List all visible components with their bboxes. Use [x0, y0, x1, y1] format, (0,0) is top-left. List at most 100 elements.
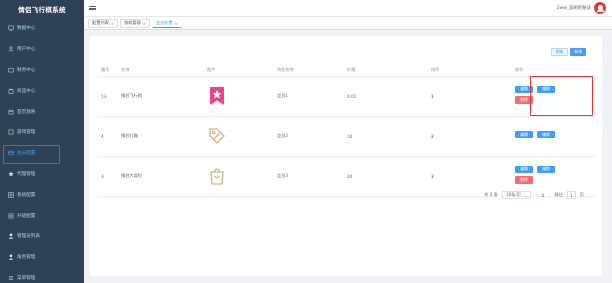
- cell-name: 情侣飞行棋: [117, 76, 203, 117]
- delete-button[interactable]: 删除: [515, 176, 533, 184]
- sidebar-item-goods-center[interactable]: 商品中心: [0, 80, 84, 101]
- sidebar-item-data-center[interactable]: 数据中心: [0, 18, 84, 39]
- col-actions: 操作: [511, 65, 595, 77]
- detail-button[interactable]: 编辑: [537, 165, 555, 173]
- star-icon: [7, 170, 14, 177]
- sidebar-item-label: 游戏管理: [17, 130, 36, 136]
- edit-button[interactable]: 编辑: [515, 130, 533, 139]
- cell-id: 13: [97, 76, 117, 117]
- prev-page-icon[interactable]: ‹: [535, 192, 537, 198]
- chevron-down-icon: ⌄: [523, 192, 528, 198]
- add-button[interactable]: 新增: [570, 48, 586, 56]
- cell-id: 4: [97, 116, 117, 157]
- shopping-bag-icon: [210, 168, 224, 185]
- tab-config-list[interactable]: 配置列表 ×: [88, 18, 118, 28]
- sidebar-item-label: 商品中心: [17, 88, 36, 94]
- cell-price: 20: [343, 156, 427, 197]
- cell-privilege: 会员1: [273, 76, 343, 117]
- tab-vip-config[interactable]: 会员配置 ×: [151, 18, 182, 28]
- page-number[interactable]: 1: [541, 193, 544, 198]
- sidebar-item-vip-config[interactable]: 会员配置: [0, 143, 84, 164]
- user-menu[interactable]: 2ww_双刷的秘诀: [557, 2, 606, 14]
- table-row: 4 情侣打趣 会员2 10 2 编辑 编辑: [97, 116, 595, 157]
- table-row: 13 情侣飞行棋 会员1 0.01 1 编辑 编辑 删除: [97, 76, 595, 117]
- row-actions: 编辑 编辑: [515, 130, 585, 139]
- page-size-select[interactable]: 10条/页 ⌄: [501, 191, 532, 199]
- close-icon[interactable]: ×: [143, 21, 146, 26]
- tag-icon: [209, 128, 225, 144]
- sidebar-item-admin-list[interactable]: 管理员列表: [0, 226, 84, 247]
- menu-icon: [7, 274, 14, 281]
- app-title: 情侣飞行棋系统: [18, 6, 66, 14]
- cell-sort: 3: [427, 156, 511, 197]
- col-privilege: 特权名称: [273, 65, 343, 77]
- edit-button[interactable]: 编辑: [515, 85, 533, 93]
- cell-price: 10: [343, 116, 427, 157]
- cell-privilege: 会员3: [273, 156, 343, 197]
- toolbar: 刷新 新增: [550, 48, 586, 56]
- goto-label: 前往: [554, 192, 563, 197]
- user-icon: [7, 46, 14, 53]
- sidebar-item-label: 代理管理: [17, 171, 36, 177]
- page-size-value: 10条/页: [505, 192, 521, 197]
- table-row: 3 情侣大冒险 会员3 20 3 编辑 编辑 删除: [97, 156, 595, 197]
- pagination-total: 共 3 条: [484, 192, 498, 197]
- sidebar-item-home-show[interactable]: 首页放映: [0, 101, 84, 122]
- cell-id: 3: [97, 156, 117, 197]
- vip-table: 编号 名称 图片 特权名称 价格 排序 操作 13 情侣飞行棋 会员1 0.01…: [97, 65, 595, 197]
- sidebar-item-user-center[interactable]: 用户中心: [0, 39, 84, 60]
- sidebar-item-label: 财务中心: [17, 67, 36, 73]
- top-header: 2ww_双刷的秘诀: [84, 0, 612, 17]
- cell-sort: 2: [427, 116, 511, 157]
- sidebar: 情侣飞行棋系统 数据中心 用户中心 财务中心 商品中心 首页放映 游戏管理 会员…: [0, 0, 84, 283]
- tab-game-manage[interactable]: 游戏管理 ×: [119, 18, 150, 28]
- bag-icon: [7, 87, 14, 94]
- sidebar-item-label: 首页放映: [17, 109, 36, 115]
- detail-button[interactable]: 编辑: [537, 130, 555, 139]
- sidebar-item-system-config[interactable]: 系统配置: [0, 184, 84, 205]
- goto-input[interactable]: 1: [566, 191, 576, 199]
- avatar[interactable]: [594, 2, 606, 14]
- tab-label: 配置列表: [92, 20, 109, 25]
- home-icon: [7, 108, 14, 115]
- user-name: 2ww_双刷的秘诀: [556, 6, 591, 11]
- vip-icon: [7, 150, 14, 157]
- row-actions: 编辑 编辑 删除: [515, 165, 585, 184]
- close-icon[interactable]: ×: [175, 21, 178, 26]
- next-page-icon[interactable]: ›: [548, 192, 550, 198]
- tags-view: 配置列表 × 游戏管理 × 会员配置 ×: [84, 17, 612, 30]
- sidebar-item-label: 会员配置: [17, 151, 36, 157]
- tab-label: 会员配置: [155, 20, 173, 25]
- sidebar-item-label: 角色管理: [17, 255, 36, 261]
- sidebar-item-label: 升级配置: [17, 213, 36, 219]
- edit-button[interactable]: 编辑: [515, 165, 533, 173]
- detail-button[interactable]: 编辑: [537, 85, 555, 93]
- tab-label: 游戏管理: [123, 20, 141, 25]
- refresh-button[interactable]: 刷新: [550, 48, 569, 56]
- admin-icon: [7, 233, 14, 240]
- sidebar-item-menu-manage[interactable]: 菜单管理: [0, 268, 84, 283]
- sidebar-item-role-manage[interactable]: 角色管理: [0, 247, 84, 268]
- col-name: 名称: [117, 65, 203, 77]
- delete-button[interactable]: 删除: [515, 96, 533, 104]
- sidebar-item-agent-manage[interactable]: 代理管理: [0, 164, 84, 185]
- sidebar-item-label: 数据中心: [17, 26, 36, 32]
- sidebar-nav: 数据中心 用户中心 财务中心 商品中心 首页放映 游戏管理 会员配置 代理管理: [0, 18, 84, 283]
- col-price: 价格: [343, 65, 427, 77]
- sidebar-item-finance-center[interactable]: 财务中心: [0, 60, 84, 81]
- star-badge-icon: [210, 87, 224, 105]
- col-id: 编号: [97, 65, 117, 77]
- col-sort: 排序: [427, 65, 511, 77]
- cell-price: 0.01: [343, 76, 427, 117]
- sidebar-item-upgrade-config[interactable]: 升级配置: [0, 205, 84, 226]
- sidebar-item-game-manage[interactable]: 游戏管理: [0, 122, 84, 143]
- sidebar-item-label: 管理员列表: [17, 234, 40, 240]
- close-icon[interactable]: ×: [111, 21, 114, 26]
- wallet-icon: [7, 66, 14, 73]
- cell-name: 情侣大冒险: [117, 156, 203, 197]
- hamburger-icon[interactable]: [89, 5, 96, 11]
- cell-sort: 1: [427, 76, 511, 117]
- role-icon: [7, 254, 14, 261]
- cell-name: 情侣打趣: [117, 116, 203, 157]
- game-icon: [7, 129, 14, 136]
